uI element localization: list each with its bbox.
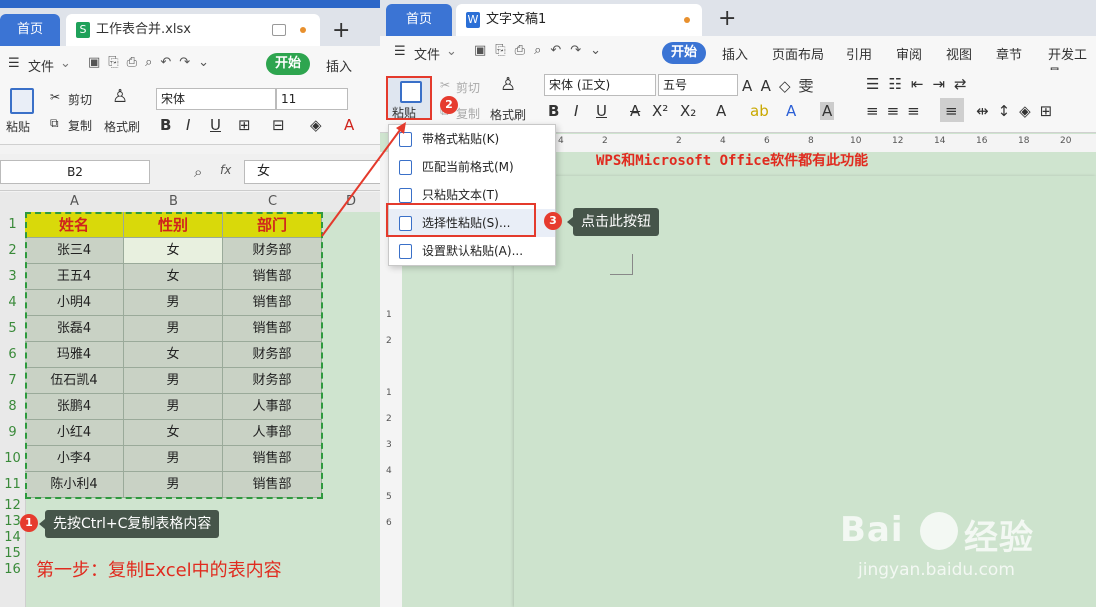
annotation-arrow xyxy=(321,122,406,237)
